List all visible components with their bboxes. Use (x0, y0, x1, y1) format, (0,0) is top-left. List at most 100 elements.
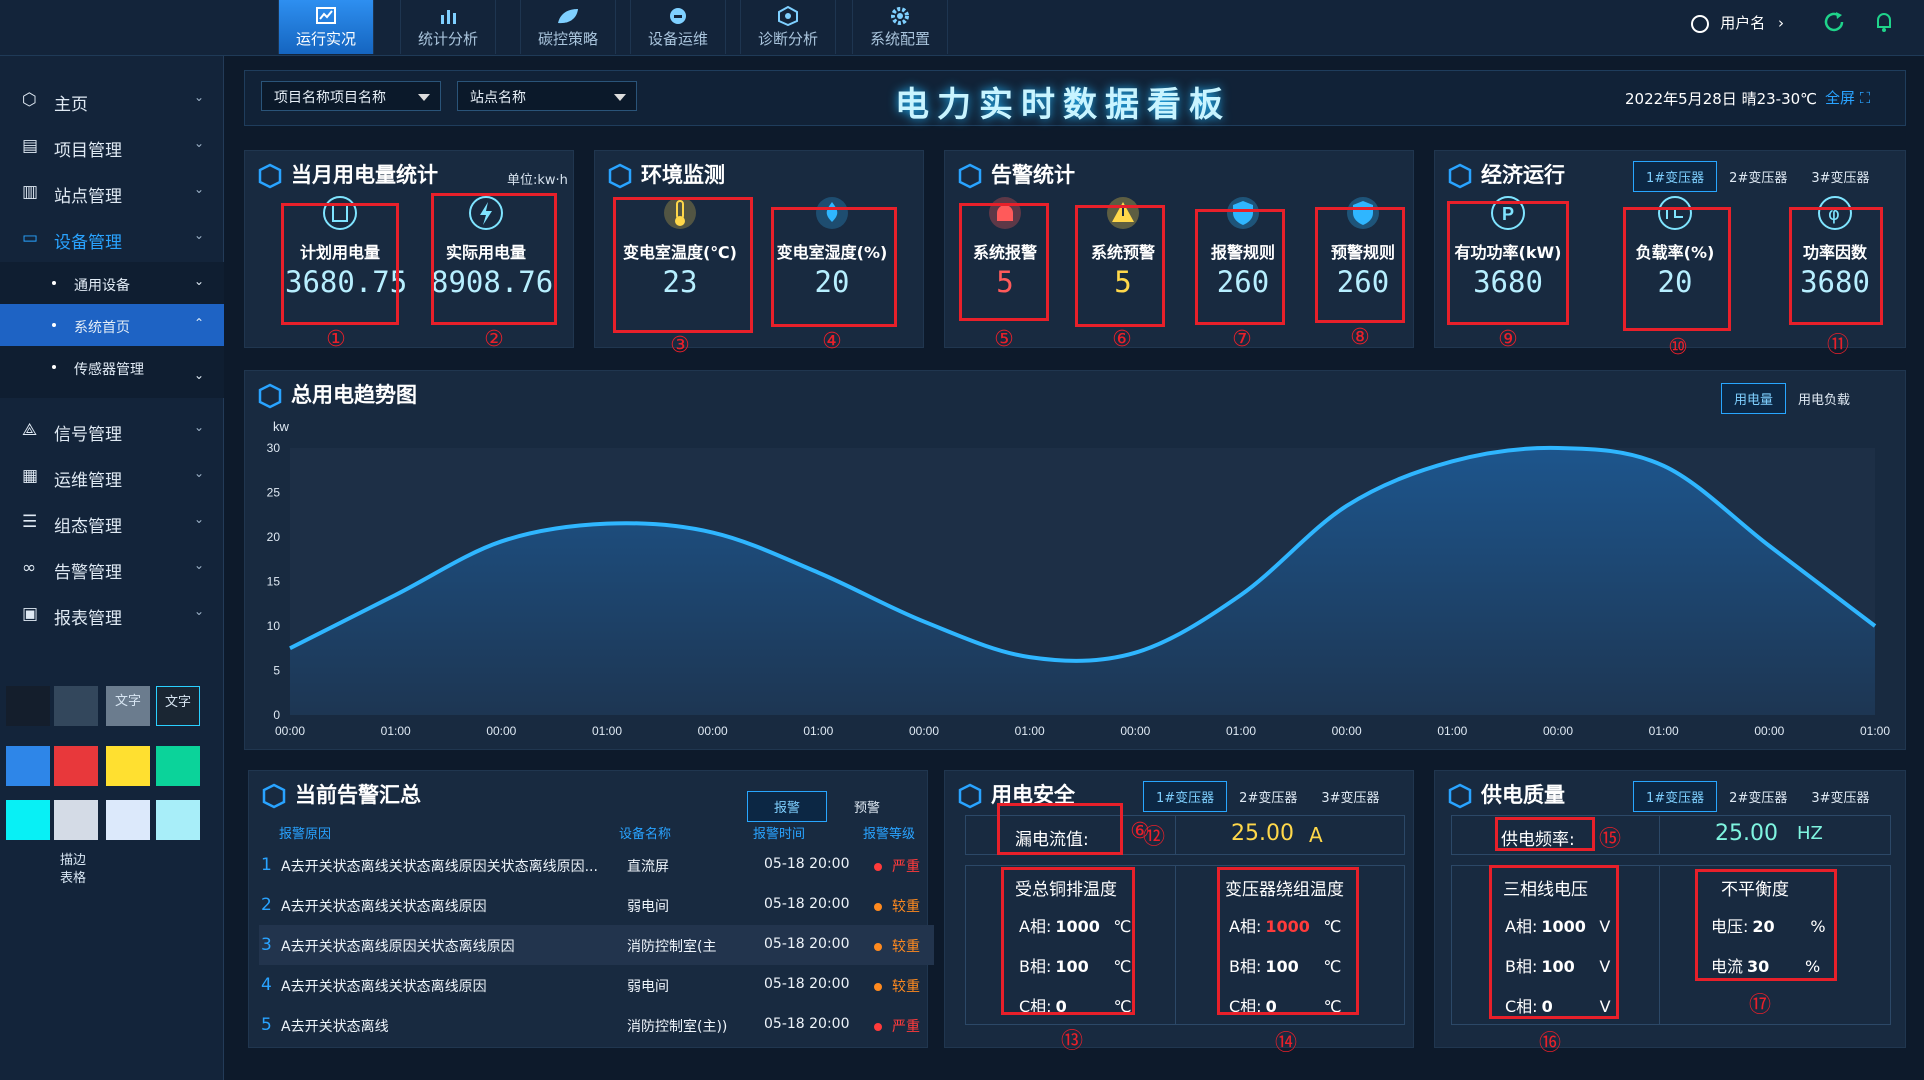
tab-transformer-1[interactable]: 1#变压器 (1143, 781, 1228, 812)
tab-transformer-1[interactable]: 1#变压器 (1633, 161, 1718, 192)
economic-panel: 经济运行 1#变压器 2#变压器 3#变压器 P 有功功率(kW) 3680 负载率… (1434, 150, 1906, 360)
level-dot-icon (874, 903, 882, 911)
sidebar-item-report[interactable]: ▣ 报表管理 ⌄ (0, 592, 224, 636)
environment-panel: 环境监测 变电室温度(℃) 23 变电室湿度(%) 20 ③ ④ (594, 150, 924, 358)
sidebar-item-label: 项目管理 (54, 141, 122, 161)
level-text: 严重 (892, 859, 920, 875)
x-tick-label: 00:00 (1754, 724, 1784, 738)
tab-warning[interactable]: 预警 (827, 792, 907, 821)
project-select[interactable]: 项目名称项目名称 (261, 81, 441, 111)
annotation-box (1495, 817, 1595, 851)
swatch-text-outline: 文字 (156, 686, 200, 726)
trend-chart: 0 5 10 15 20 25 30 kw 00:00 01:00 00:00 01:00 00:00 0… (267, 419, 1891, 738)
y-tick-label: 30 (267, 441, 281, 455)
tab-transformer-3[interactable]: 3#变压器 (1309, 782, 1391, 811)
tab-alarm[interactable]: 报警 (747, 791, 827, 822)
alarm-row[interactable]: 4 A去开关状态离线关状态离线原因 弱电间 05-18 20:00 较重 (259, 965, 934, 1005)
calendar-icon: ▦ (22, 466, 39, 486)
annotation-number: ④ (822, 329, 842, 354)
level-dot-icon (874, 943, 882, 951)
tab-label: 运行实况 (295, 30, 356, 48)
sidebar-item-label: 运维管理 (54, 471, 122, 491)
alarm-reason: A去开关状态离线关状态离线原因 (281, 979, 487, 995)
swatch-ice (106, 800, 150, 840)
sidebar-item-project[interactable]: ▤ 项目管理 ⌄ (0, 124, 224, 168)
row-index: 5 (261, 1015, 272, 1035)
alarm-level: 严重 (874, 1016, 920, 1036)
x-tick-label: 00:00 (486, 724, 516, 738)
chevron-down-icon: ⌄ (193, 368, 204, 382)
tab-transformer-2[interactable]: 2#变压器 (1227, 782, 1309, 811)
tab-carbon[interactable]: 碳控策略 (520, 0, 616, 54)
tab-maintenance[interactable]: 设备运维 (630, 0, 726, 54)
caption-line: 描边 (60, 853, 87, 868)
caret-down-icon (614, 94, 626, 101)
panel-title: 当前告警汇总 (295, 783, 421, 807)
alarm-time: 05-18 20:00 (764, 896, 850, 912)
bar-icon (441, 10, 456, 24)
y-tick-label: 15 (267, 575, 281, 589)
sidebar-item-ops[interactable]: ▦ 运维管理 ⌄ (0, 454, 224, 498)
sidebar-item-site[interactable]: ▥ 站点管理 ⌄ (0, 170, 224, 214)
alarm-row[interactable]: 3 A去开关状态离线原因关状态离线原因 消防控制室(主 05-18 20:00 较重 (259, 925, 934, 965)
col-header: 报警时间 (753, 827, 806, 842)
tab-label: 设备运维 (647, 30, 708, 48)
level-dot-icon (874, 983, 882, 991)
sidebar-sub-system-home[interactable]: 系统首页 ⌃ (0, 304, 224, 346)
refresh-icon[interactable] (1822, 10, 1846, 34)
annotation-box (431, 193, 557, 325)
report-icon: ▣ (22, 604, 39, 624)
tab-diagnosis[interactable]: 诊断分析 (740, 0, 836, 54)
sidebar-item-home[interactable]: ⬡ 主页 ⌄ (0, 78, 224, 122)
sidebar-sub-sensor[interactable]: 传感器管理 ⌄ (0, 346, 224, 398)
tab-system-config[interactable]: 系统配置 (852, 0, 948, 54)
annotation-box (1315, 207, 1405, 323)
sidebar-item-device[interactable]: ▭ 设备管理 ⌄ (0, 216, 224, 260)
date-weather: 2022年5月28日 晴23-30℃ (1625, 90, 1818, 108)
alarm-reason: A去开关状态离线关状态离线原因 (281, 899, 487, 915)
annotation-number: ⑮ (1598, 827, 1621, 852)
hexagon-icon (1448, 783, 1472, 809)
annotation-number: ⑤ (994, 327, 1014, 352)
y-tick-label: 10 (267, 619, 281, 633)
hexagon-icon (262, 783, 286, 809)
annotation-number: ⑫ (1142, 825, 1165, 850)
tab-statistics[interactable]: 统计分析 (400, 0, 496, 54)
fullscreen-button[interactable]: 全屏 ⛶ (1825, 87, 1870, 108)
bullet-icon (52, 323, 56, 327)
tab-transformer-1[interactable]: 1#变压器 (1633, 781, 1718, 812)
annotation-box (959, 203, 1049, 321)
x-tick-label: 01:00 (1437, 724, 1467, 738)
x-tick-label: 00:00 (1120, 724, 1150, 738)
alarm-row[interactable]: 2 A去开关状态离线关状态离线原因 弱电间 05-18 20:00 较重 (259, 885, 934, 925)
row-index: 3 (261, 935, 272, 955)
chevron-down-icon: ⌄ (193, 136, 204, 150)
sidebar-item-alarm[interactable]: ∞ 告警管理 ⌄ (0, 546, 224, 590)
panel-title: 环境监测 (641, 163, 725, 187)
x-tick-label: 01:00 (1649, 724, 1679, 738)
safety-panel: 用电安全 1#变压器 2#变压器 3#变压器 漏电流值: 25.00 A ⑥ ⑫ 受… (944, 770, 1414, 1056)
site-select[interactable]: 站点名称 (457, 81, 637, 111)
tab-realtime[interactable]: 运行实况 (278, 0, 374, 54)
panel-title: 供电质量 (1481, 783, 1565, 807)
diagnose-icon (778, 6, 798, 26)
tab-transformer-3[interactable]: 3#变压器 (1799, 162, 1881, 191)
annotation-box (771, 207, 897, 327)
alarm-row[interactable]: 5 A去开关状态离线 消防控制室(主)) 05-18 20:00 严重 (259, 1005, 934, 1045)
bell-icon[interactable] (1872, 10, 1896, 34)
user-menu[interactable]: 用户名 › (1691, 12, 1784, 33)
chevron-right-icon: › (1778, 14, 1784, 32)
sidebar-item-scada[interactable]: ☰ 组态管理 ⌄ (0, 500, 224, 544)
alarm-reason: A去开关状态离线关状态离线原因关状态离线原因... (281, 859, 598, 875)
tab-transformer-2[interactable]: 2#变压器 (1717, 782, 1799, 811)
tab-transformer-2[interactable]: 2#变压器 (1717, 162, 1799, 191)
annotation-number: ② (484, 327, 504, 352)
cube-icon: ⬡ (22, 90, 37, 110)
alarm-row[interactable]: 1 A去开关状态离线关状态离线原因关状态离线原因... 直流屏 05-18 20:00… (259, 845, 934, 885)
annotation-number: ⑦ (1232, 327, 1252, 352)
sidebar-item-signal[interactable]: ⟁ 信号管理 ⌄ (0, 408, 224, 452)
tab-transformer-3[interactable]: 3#变压器 (1799, 782, 1881, 811)
transformer-tabs: 1#变压器 2#变压器 3#变压器 (1633, 161, 1882, 192)
sidebar-sub-general[interactable]: 通用设备 ⌄ (0, 262, 224, 304)
sidebar-sub-label: 传感器管理 (74, 362, 144, 378)
